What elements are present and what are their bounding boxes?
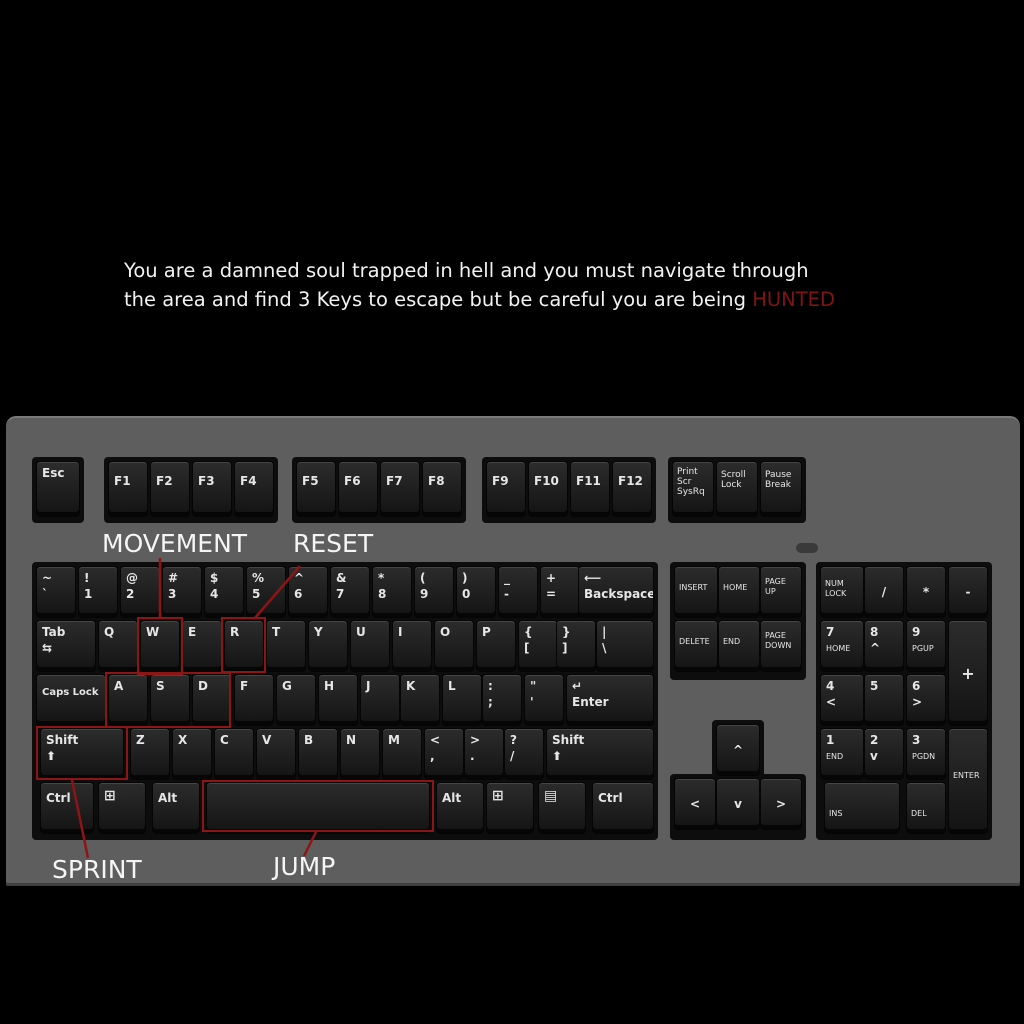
reset-label: RESET: [293, 529, 374, 558]
jump-label: JUMP: [273, 852, 336, 881]
reset-callout-line: [253, 565, 301, 620]
sprint-callout-line: [70, 779, 90, 859]
callout-lines: [70, 558, 318, 859]
movement-label: MOVEMENT: [102, 529, 248, 558]
sprint-label: SPRINT: [52, 855, 142, 884]
